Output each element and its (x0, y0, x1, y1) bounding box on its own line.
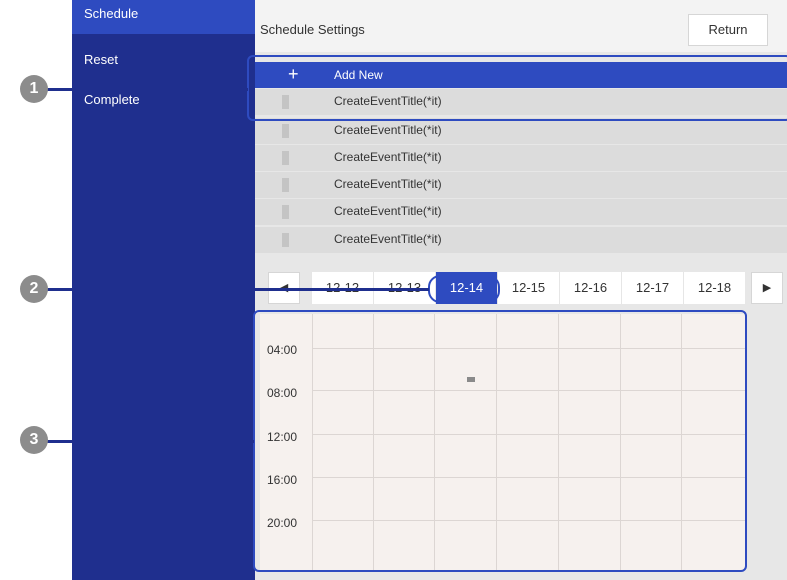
event-marker-icon (282, 205, 289, 219)
callout-frame-timeline (253, 310, 747, 572)
list-item[interactable]: CreateEventTitle(*it) (255, 118, 787, 144)
sidebar-item-schedule[interactable]: Schedule (72, 0, 255, 34)
callout-frame-list (247, 55, 787, 121)
date-tab[interactable]: 12-15 (497, 272, 559, 304)
callout-leader (42, 88, 248, 91)
sidebar-item-complete[interactable]: Complete (72, 86, 255, 120)
date-tab[interactable]: 12-18 (683, 272, 745, 304)
list-item[interactable]: CreateEventTitle(*it) (255, 199, 787, 225)
callout-number-2: 2 (20, 275, 48, 303)
callout-frame-date (428, 275, 500, 303)
list-item[interactable]: CreateEventTitle(*it) (255, 227, 787, 253)
date-tab[interactable]: 12-17 (621, 272, 683, 304)
page-title: Schedule Settings (260, 22, 365, 37)
return-button[interactable]: Return (688, 14, 768, 46)
callout-leader (42, 440, 254, 443)
event-marker-icon (282, 178, 289, 192)
event-title: CreateEventTitle(*it) (334, 177, 442, 191)
callout-number-1: 1 (20, 75, 48, 103)
event-marker-icon (282, 233, 289, 247)
event-title: CreateEventTitle(*it) (334, 150, 442, 164)
list-item[interactable]: CreateEventTitle(*it) (255, 145, 787, 171)
list-item[interactable]: CreateEventTitle(*it) (255, 172, 787, 198)
event-title: CreateEventTitle(*it) (334, 204, 442, 218)
header: Schedule Settings Return (255, 0, 787, 52)
event-title: CreateEventTitle(*it) (334, 123, 442, 137)
callout-number-3: 3 (20, 426, 48, 454)
date-tab[interactable]: 12-16 (559, 272, 621, 304)
sidebar-item-reset[interactable]: Reset (72, 46, 255, 80)
event-title: CreateEventTitle(*it) (334, 232, 442, 246)
callout-leader (42, 288, 429, 291)
next-date-button[interactable]: ▶ (751, 272, 783, 304)
event-marker-icon (282, 124, 289, 138)
event-marker-icon (282, 151, 289, 165)
